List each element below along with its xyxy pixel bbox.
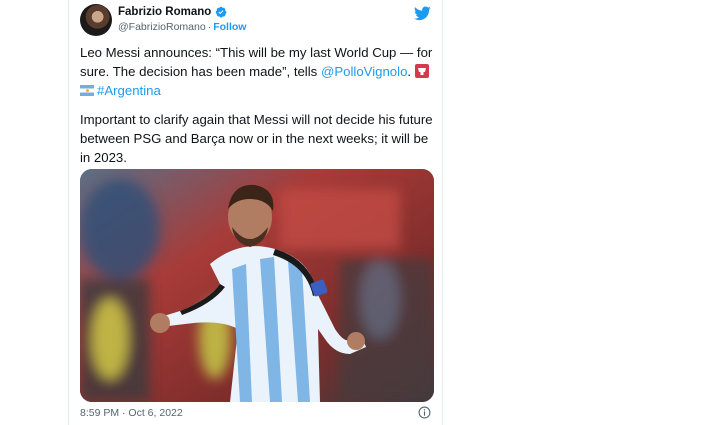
world-cup-emoji-icon (414, 64, 429, 78)
tweet-header: Fabrizio Romano @FabrizioRomano · Follow (80, 4, 431, 38)
twitter-bird-icon[interactable] (414, 6, 431, 21)
separator-dot: · (207, 21, 212, 33)
author-name[interactable]: Fabrizio Romano (118, 6, 211, 18)
info-icon[interactable] (418, 406, 431, 419)
tweet-card: Fabrizio Romano @FabrizioRomano · Follow L… (68, 0, 443, 425)
tweet-meta: 8:59 PM · Oct 6, 2022 (80, 406, 431, 421)
tweet-paragraph-1: Leo Messi announces: “This will be my la… (80, 43, 436, 100)
name-row: Fabrizio Romano (118, 6, 246, 18)
tweet-media-image[interactable] (80, 169, 434, 402)
tweet-text: Leo Messi announces: “This will be my la… (80, 43, 436, 167)
avatar[interactable] (80, 4, 112, 36)
follow-button[interactable]: Follow (213, 21, 246, 33)
timestamp[interactable]: 8:59 PM · Oct 6, 2022 (80, 407, 183, 419)
verified-badge-icon (216, 6, 227, 18)
mention-link[interactable]: @PolloVignolo (321, 64, 407, 79)
author-block: Fabrizio Romano @FabrizioRomano · Follow (118, 6, 246, 33)
handle-row: @FabrizioRomano · Follow (118, 21, 246, 33)
tweet-paragraph-2: Important to clarify again that Messi wi… (80, 112, 433, 165)
hashtag-link[interactable]: #Argentina (97, 83, 161, 98)
author-handle[interactable]: @FabrizioRomano (118, 21, 206, 33)
photo-illustration (80, 169, 434, 402)
argentina-flag-icon (80, 85, 94, 96)
tweet-text-part-2: . (407, 64, 415, 79)
